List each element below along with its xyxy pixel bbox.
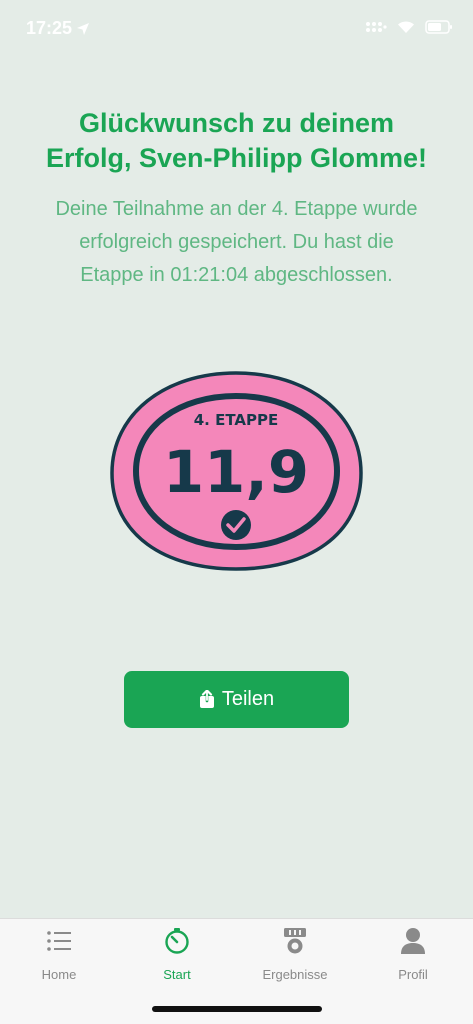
tab-start-label: Start: [163, 967, 191, 982]
list-icon: [46, 927, 72, 955]
status-indicators: [365, 20, 453, 34]
confirmation-message: Deine Teilnahme an der 4. Etappe wurde e…: [20, 193, 453, 292]
tab-home[interactable]: Home: [0, 919, 118, 994]
heading-line-1: Glückwunsch zu deinem: [78, 108, 395, 138]
tab-start[interactable]: Start: [118, 919, 236, 994]
battery-icon: [425, 20, 452, 34]
badge-stage-label: 4. ETAPPE: [194, 411, 279, 429]
person-icon: [400, 927, 426, 955]
clock-label: 17:25: [26, 18, 73, 38]
tab-profile[interactable]: Profil: [354, 919, 472, 994]
share-button-label: Teilen: [221, 688, 275, 710]
home-indicator[interactable]: [152, 1006, 322, 1012]
heading-line-2: Erfolg, Sven-Philipp Glomme!: [45, 143, 428, 173]
location-arrow-icon: [77, 22, 90, 35]
wifi-icon: [398, 21, 414, 33]
message-line-3: Etappe in 01:21:04 abgeschlossen.: [80, 264, 393, 286]
share-button[interactable]: Teilen: [124, 671, 349, 728]
cellular-signal-icon: [366, 22, 387, 32]
tab-results[interactable]: Ergebnisse: [236, 919, 354, 994]
tab-home-label: Home: [41, 967, 77, 982]
tab-profile-label: Profil: [398, 967, 428, 982]
status-bar: 17:25: [0, 0, 473, 60]
tab-results-label: Ergebnisse: [262, 967, 328, 982]
message-line-2: erfolgreich gespeichert. Du hast die: [79, 231, 394, 253]
stopwatch-icon: [164, 927, 190, 955]
message-line-1: Deine Teilnahme an der 4. Etappe wurde: [55, 198, 418, 220]
badge-distance: 11,9: [163, 438, 309, 506]
share-icon: [199, 690, 214, 708]
congratulations-heading: Glückwunsch zu deinem Erfolg, Sven-Phili…: [0, 106, 473, 176]
status-time: 17:25: [26, 18, 90, 39]
stage-badge: 4. ETAPPE 11,9: [110, 371, 363, 571]
checkmark-icon: [221, 510, 251, 540]
medal-icon: [282, 927, 308, 955]
